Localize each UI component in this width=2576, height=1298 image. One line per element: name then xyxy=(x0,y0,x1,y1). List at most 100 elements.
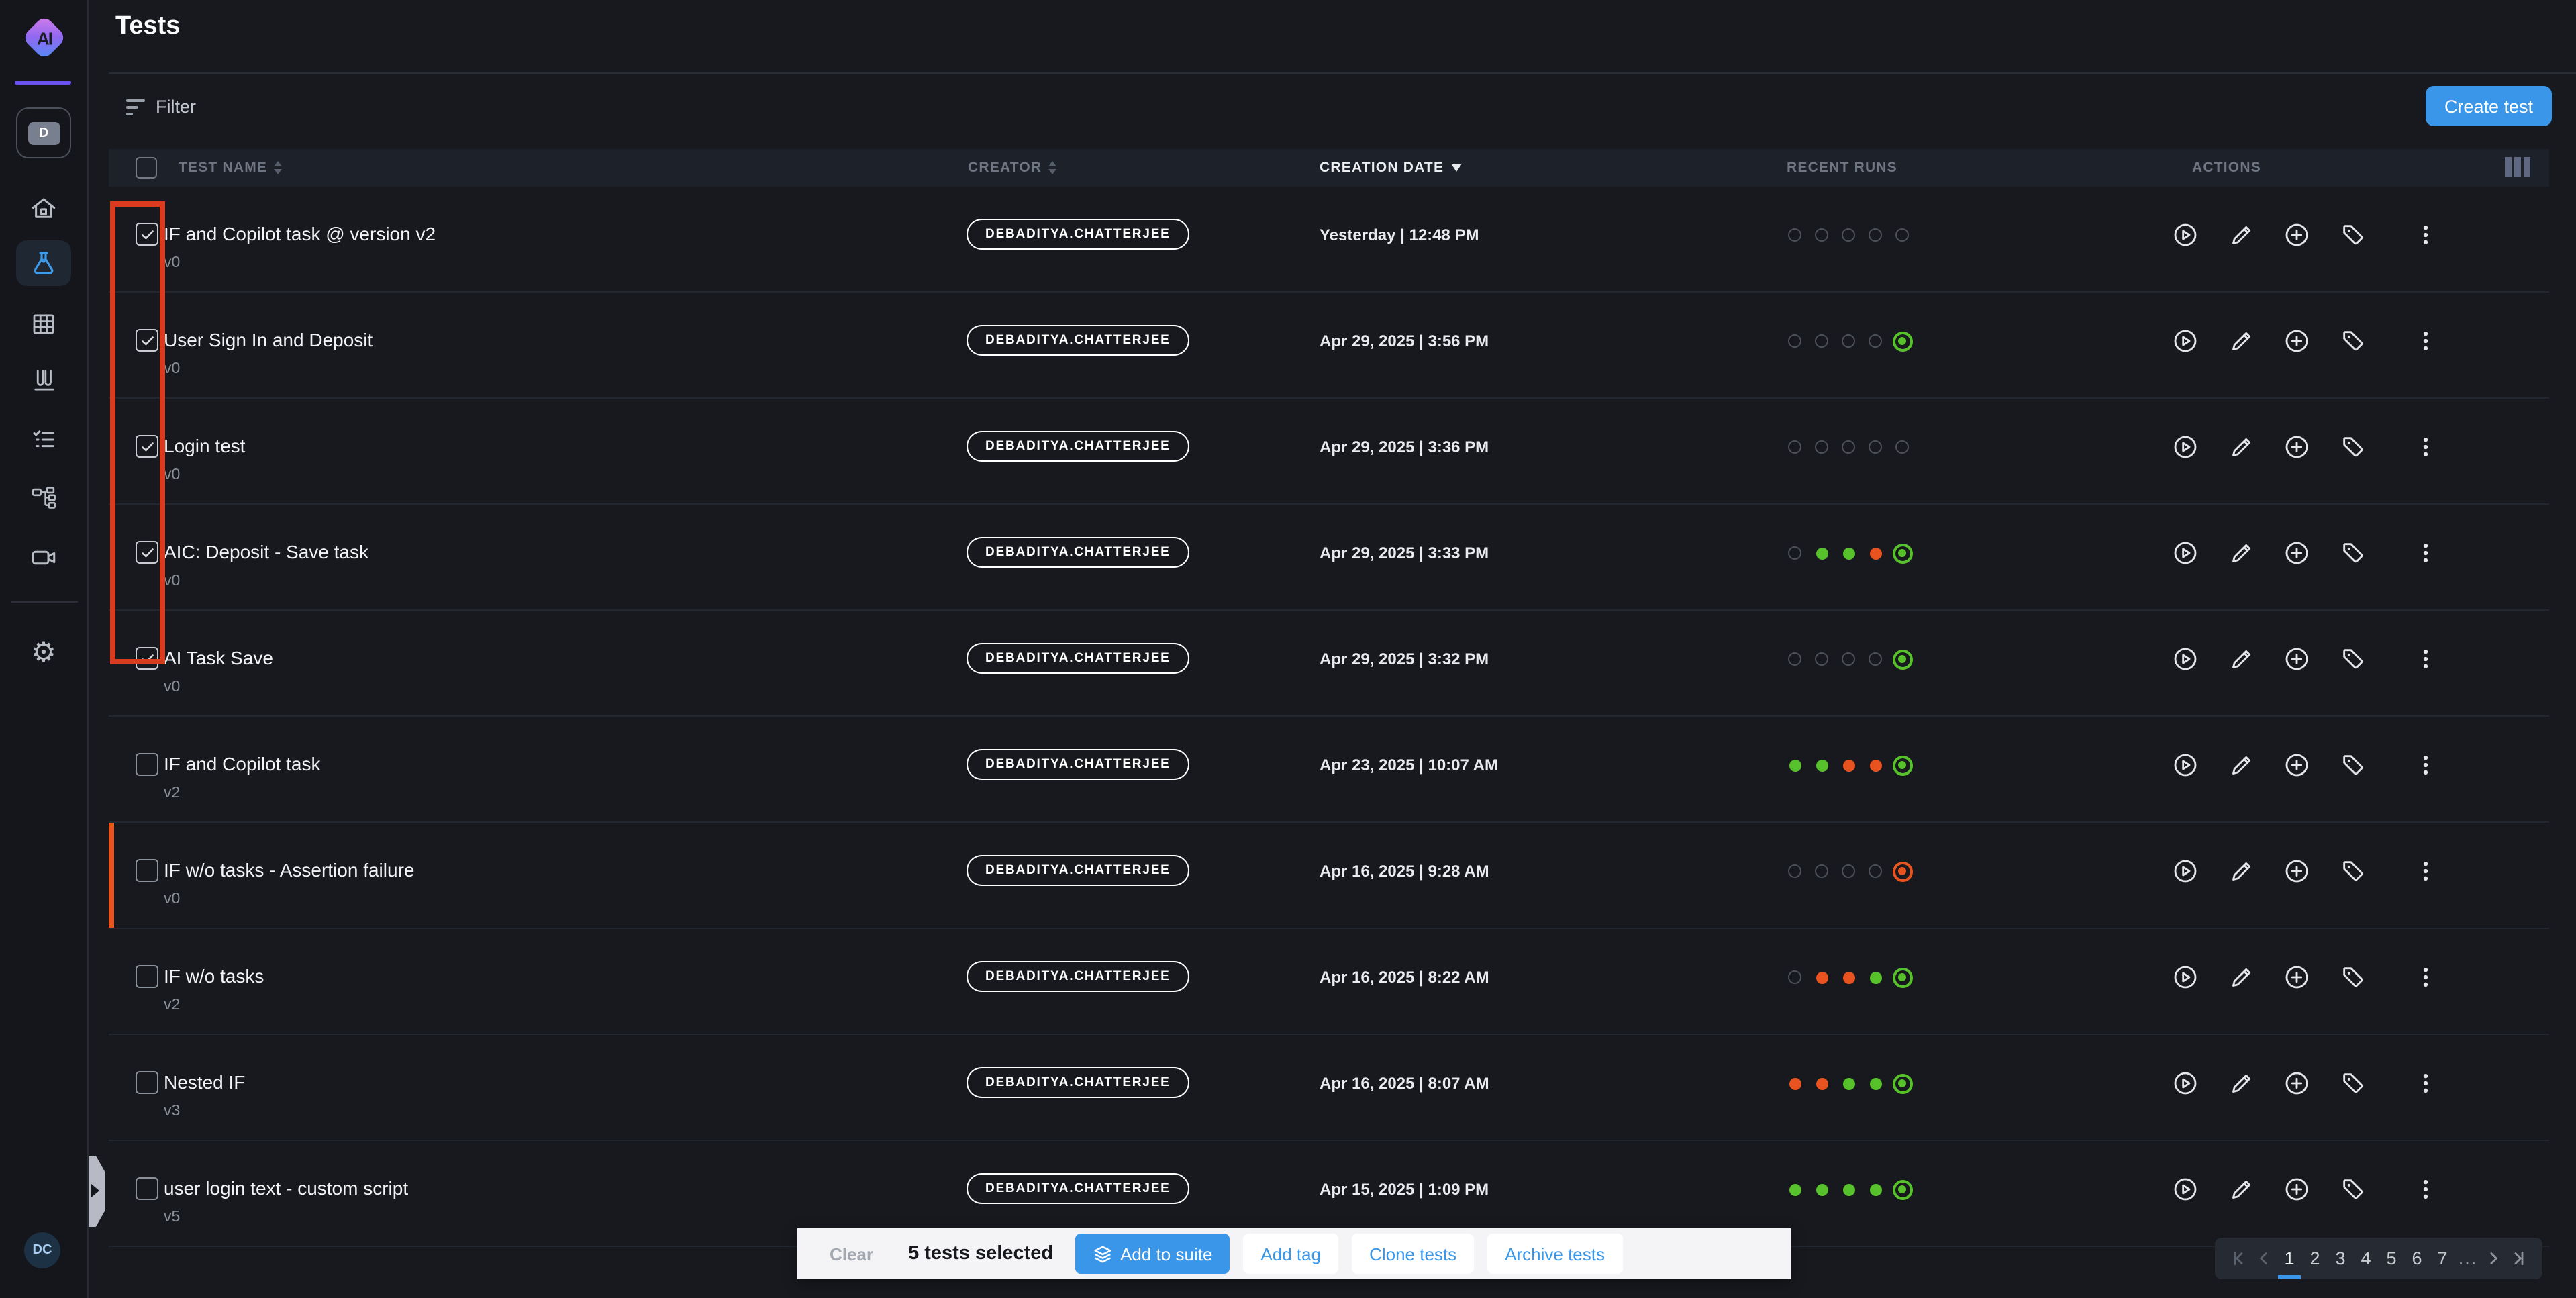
column-settings-icon[interactable] xyxy=(2505,157,2530,177)
add-to-suite-row-button[interactable] xyxy=(2278,428,2316,466)
more-actions-button[interactable] xyxy=(2407,852,2444,890)
more-actions-button[interactable] xyxy=(2407,534,2444,572)
run-status-dot[interactable] xyxy=(1842,759,1854,771)
run-status-dot[interactable] xyxy=(1789,1077,1801,1089)
page-number-button[interactable]: 6 xyxy=(2404,1238,2430,1279)
sidebar-item-checklist[interactable] xyxy=(16,416,71,462)
edit-test-button[interactable] xyxy=(2222,1170,2260,1208)
edit-test-button[interactable] xyxy=(2222,428,2260,466)
add-to-suite-row-button[interactable] xyxy=(2278,746,2316,784)
row-checkbox[interactable] xyxy=(136,965,158,988)
add-to-suite-row-button[interactable] xyxy=(2278,1170,2316,1208)
more-actions-button[interactable] xyxy=(2407,322,2444,360)
tag-test-button[interactable] xyxy=(2334,534,2371,572)
select-all-checkbox[interactable] xyxy=(136,157,157,179)
more-actions-button[interactable] xyxy=(2407,1170,2444,1208)
test-name[interactable]: AIC: Deposit - Save task xyxy=(164,541,368,562)
run-status-dot[interactable] xyxy=(1816,759,1828,771)
sidebar-item-home[interactable] xyxy=(16,185,71,231)
run-test-button[interactable] xyxy=(2167,1064,2204,1102)
run-status-dot[interactable] xyxy=(1816,971,1828,983)
add-to-suite-row-button[interactable] xyxy=(2278,852,2316,890)
run-status-dot[interactable] xyxy=(1869,1183,1881,1195)
page-number-button[interactable]: 1 xyxy=(2277,1238,2302,1279)
add-to-suite-row-button[interactable] xyxy=(2278,534,2316,572)
edit-test-button[interactable] xyxy=(2222,746,2260,784)
page-number-button[interactable]: 3 xyxy=(2328,1238,2353,1279)
sidebar-item-recordings[interactable] xyxy=(16,534,71,580)
edit-test-button[interactable] xyxy=(2222,852,2260,890)
test-name[interactable]: IF and Copilot task @ version v2 xyxy=(164,223,436,244)
user-avatar[interactable]: DC xyxy=(24,1232,60,1268)
more-actions-button[interactable] xyxy=(2407,958,2444,996)
run-test-button[interactable] xyxy=(2167,852,2204,890)
page-number-button[interactable]: 5 xyxy=(2379,1238,2404,1279)
run-test-button[interactable] xyxy=(2167,216,2204,254)
add-to-suite-row-button[interactable] xyxy=(2278,958,2316,996)
add-to-suite-row-button[interactable] xyxy=(2278,322,2316,360)
filter-button[interactable]: Filter xyxy=(126,97,196,117)
test-name[interactable]: IF w/o tasks - Assertion failure xyxy=(164,859,414,881)
prev-page-button[interactable] xyxy=(2251,1238,2277,1279)
more-actions-button[interactable] xyxy=(2407,746,2444,784)
last-page-button[interactable] xyxy=(2506,1238,2532,1279)
run-status-dot[interactable] xyxy=(1789,759,1801,771)
test-name[interactable]: Login test xyxy=(164,435,245,456)
next-page-button[interactable] xyxy=(2481,1238,2506,1279)
run-status-dot[interactable] xyxy=(1892,543,1912,563)
edit-test-button[interactable] xyxy=(2222,958,2260,996)
more-actions-button[interactable] xyxy=(2407,1064,2444,1102)
edit-test-button[interactable] xyxy=(2222,640,2260,678)
page-number-button[interactable]: 4 xyxy=(2353,1238,2379,1279)
sidebar-item-data-tables[interactable] xyxy=(16,301,71,346)
run-status-dot[interactable] xyxy=(1892,1179,1912,1199)
add-to-suite-button[interactable]: Add to suite xyxy=(1075,1234,1230,1274)
edit-test-button[interactable] xyxy=(2222,216,2260,254)
archive-tests-button[interactable]: Archive tests xyxy=(1487,1234,1622,1274)
run-test-button[interactable] xyxy=(2167,322,2204,360)
run-status-dot[interactable] xyxy=(1892,331,1912,351)
app-logo[interactable]: AI xyxy=(21,15,67,60)
tag-test-button[interactable] xyxy=(2334,1064,2371,1102)
run-status-dot[interactable] xyxy=(1892,755,1912,775)
row-checkbox[interactable] xyxy=(136,223,158,246)
tag-test-button[interactable] xyxy=(2334,852,2371,890)
run-status-dot[interactable] xyxy=(1816,1183,1828,1195)
run-status-dot[interactable] xyxy=(1869,1077,1881,1089)
row-checkbox[interactable] xyxy=(136,647,158,670)
run-status-dot[interactable] xyxy=(1892,967,1912,987)
page-number-button[interactable]: 2 xyxy=(2302,1238,2328,1279)
run-status-dot[interactable] xyxy=(1842,971,1854,983)
column-header-test-name[interactable]: TEST NAME xyxy=(179,160,282,176)
run-status-dot[interactable] xyxy=(1892,649,1912,669)
sidebar-item-test-tubes[interactable] xyxy=(16,357,71,403)
more-actions-button[interactable] xyxy=(2407,216,2444,254)
run-status-dot[interactable] xyxy=(1842,1183,1854,1195)
sidebar-item-workflows[interactable] xyxy=(16,475,71,521)
column-header-creation-date[interactable]: CREATION DATE xyxy=(1320,160,1461,176)
test-name[interactable]: AI Task Save xyxy=(164,647,273,668)
add-to-suite-row-button[interactable] xyxy=(2278,1064,2316,1102)
row-checkbox[interactable] xyxy=(136,435,158,458)
tag-test-button[interactable] xyxy=(2334,640,2371,678)
run-test-button[interactable] xyxy=(2167,958,2204,996)
run-test-button[interactable] xyxy=(2167,640,2204,678)
first-page-button[interactable] xyxy=(2226,1238,2251,1279)
run-status-dot[interactable] xyxy=(1869,971,1881,983)
run-status-dot[interactable] xyxy=(1892,1073,1912,1093)
run-status-dot[interactable] xyxy=(1789,1183,1801,1195)
tag-test-button[interactable] xyxy=(2334,1170,2371,1208)
sidebar-item-tests[interactable] xyxy=(16,240,71,286)
run-status-dot[interactable] xyxy=(1892,861,1912,881)
test-name[interactable]: IF and Copilot task xyxy=(164,753,320,775)
run-status-dot[interactable] xyxy=(1816,1077,1828,1089)
column-header-creator[interactable]: CREATOR xyxy=(968,160,1056,176)
row-checkbox[interactable] xyxy=(136,1177,158,1200)
clear-selection-button[interactable]: Clear xyxy=(830,1244,873,1264)
more-actions-button[interactable] xyxy=(2407,428,2444,466)
add-tag-button[interactable]: Add tag xyxy=(1243,1234,1338,1274)
edit-test-button[interactable] xyxy=(2222,322,2260,360)
test-name[interactable]: user login text - custom script xyxy=(164,1177,408,1199)
run-status-dot[interactable] xyxy=(1869,547,1881,559)
row-checkbox[interactable] xyxy=(136,541,158,564)
